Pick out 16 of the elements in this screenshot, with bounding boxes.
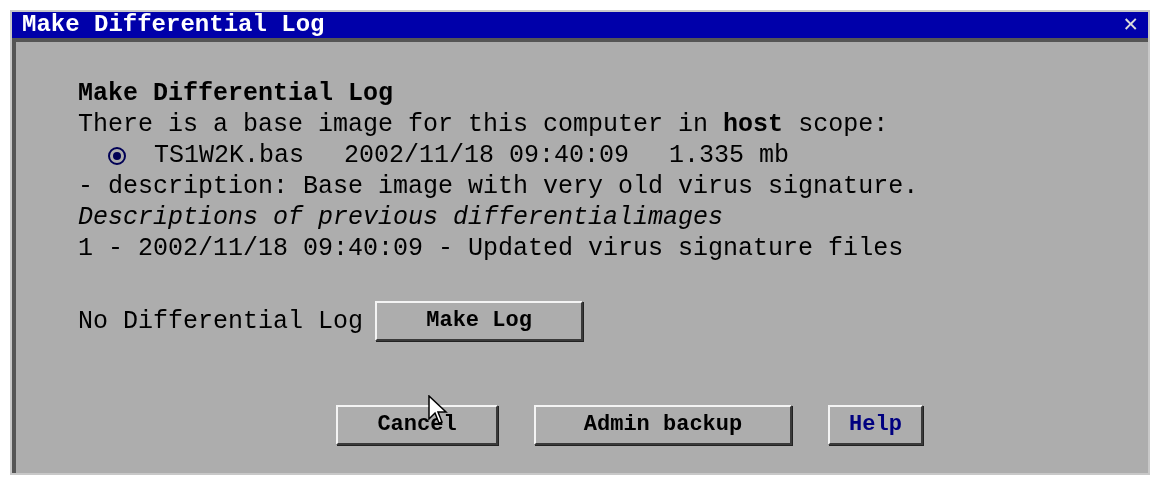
file-date: 2002/11/18 09:40:09 xyxy=(344,140,630,171)
dialog-button[interactable]: Admin backup xyxy=(534,405,792,445)
previous-heading: Descriptions of previous differentialimages xyxy=(78,202,725,233)
radio-button[interactable] xyxy=(108,146,126,165)
previous-entry: 1 - 2002/11/18 09:40:09 - Updated virus signature files xyxy=(78,233,905,264)
dialog-button[interactable]: Cancel xyxy=(336,405,498,445)
help-button[interactable]: Help xyxy=(828,405,923,445)
window-title: Make Differential Log xyxy=(22,13,325,37)
log-status: No Differential Log xyxy=(78,305,364,337)
description-text: - description: Base image with very old virus signature. xyxy=(78,171,920,202)
intro-text: There is a base image for this computer in host scope: xyxy=(78,109,890,140)
file-name: TS1W2K.bas xyxy=(154,140,305,171)
dialog-heading: Make Differential Log xyxy=(78,78,395,109)
close-button[interactable]: ✕ xyxy=(1123,13,1138,37)
make-log-button[interactable]: Make Log xyxy=(375,301,584,341)
file-size: 1.335 mb xyxy=(669,140,790,171)
